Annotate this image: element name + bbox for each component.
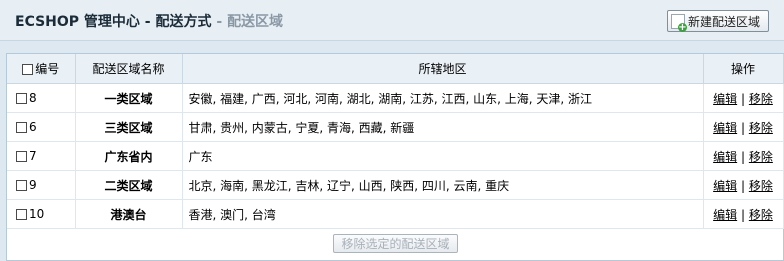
new-shipping-area-button[interactable]: 新建配送区域 [667, 10, 769, 32]
row-checkbox[interactable] [16, 122, 27, 133]
row-area-name: 广东省内 [75, 141, 183, 171]
row-regions: 北京, 海南, 黑龙江, 吉林, 辽宁, 山西, 陕西, 四川, 云南, 重庆 [182, 170, 704, 200]
row-id: 10 [29, 207, 45, 221]
edit-link[interactable]: 编辑 [713, 121, 737, 135]
row-operations: 编辑 | 移除 [703, 112, 784, 142]
row-id-cell: 6 [7, 112, 76, 142]
row-id-cell: 8 [7, 83, 76, 113]
row-id: 8 [29, 91, 37, 105]
row-area-name: 二类区域 [75, 170, 183, 200]
row-id-cell: 7 [7, 141, 76, 171]
remove-link[interactable]: 移除 [749, 150, 773, 164]
page-title: ECSHOP 管理中心 - 配送方式 - 配送区域 [15, 11, 283, 31]
column-header-name: 配送区域名称 [75, 54, 183, 84]
new-shipping-area-label: 新建配送区域 [688, 14, 761, 29]
shipping-area-table: 编号 配送区域名称 所辖地区 操作 8 一类区域 安徽, 福建, 广西, 河北,… [7, 54, 784, 229]
edit-link[interactable]: 编辑 [713, 179, 737, 193]
row-checkbox[interactable] [16, 93, 27, 104]
row-operations: 编辑 | 移除 [703, 170, 784, 200]
row-checkbox[interactable] [16, 209, 27, 220]
section-title: 配送方式 [155, 14, 212, 30]
row-regions: 安徽, 福建, 广西, 河北, 河南, 湖北, 湖南, 江苏, 江西, 山东, … [182, 83, 704, 113]
ops-separator: | [740, 91, 746, 106]
remove-link[interactable]: 移除 [749, 92, 773, 106]
table-header-row: 编号 配送区域名称 所辖地区 操作 [7, 54, 784, 84]
app-title: ECSHOP 管理中心 [15, 14, 140, 30]
page-header: ECSHOP 管理中心 - 配送方式 - 配送区域 新建配送区域 [0, 0, 784, 41]
ops-separator: | [740, 120, 746, 135]
select-all-checkbox[interactable] [22, 64, 34, 75]
column-header-regions: 所辖地区 [182, 54, 704, 84]
row-checkbox[interactable] [16, 151, 27, 162]
row-regions: 广东 [182, 141, 704, 171]
ops-separator: | [740, 178, 746, 193]
edit-link[interactable]: 编辑 [713, 92, 737, 106]
table-row: 9 二类区域 北京, 海南, 黑龙江, 吉林, 辽宁, 山西, 陕西, 四川, … [7, 170, 784, 200]
row-operations: 编辑 | 移除 [703, 141, 784, 171]
remove-link[interactable]: 移除 [749, 179, 773, 193]
table-row: 10 港澳台 香港, 澳门, 台湾 编辑 | 移除 [7, 199, 784, 229]
current-page-title: 配送区域 [227, 14, 284, 30]
row-regions: 甘肃, 贵州, 内蒙古, 宁夏, 青海, 西藏, 新疆 [182, 112, 704, 142]
row-checkbox[interactable] [16, 180, 27, 191]
row-operations: 编辑 | 移除 [703, 83, 784, 113]
ops-separator: | [740, 149, 746, 164]
ops-separator: | [740, 207, 746, 222]
row-regions: 香港, 澳门, 台湾 [182, 199, 704, 229]
row-id: 7 [29, 149, 37, 163]
column-label-id: 编号 [35, 62, 60, 76]
table-row: 6 三类区域 甘肃, 贵州, 内蒙古, 宁夏, 青海, 西藏, 新疆 编辑 | … [7, 112, 784, 142]
row-id: 9 [29, 178, 37, 192]
remove-link[interactable]: 移除 [749, 208, 773, 222]
title-separator: - [211, 14, 228, 30]
remove-selected-button[interactable]: 移除选定的配送区域 [333, 234, 458, 253]
table-row: 8 一类区域 安徽, 福建, 广西, 河北, 河南, 湖北, 湖南, 江苏, 江… [7, 83, 784, 113]
row-id-cell: 10 [7, 199, 76, 229]
row-area-name: 港澳台 [75, 199, 183, 229]
edit-link[interactable]: 编辑 [713, 150, 737, 164]
edit-link[interactable]: 编辑 [713, 208, 737, 222]
title-separator: - [139, 14, 156, 30]
column-header-id: 编号 [7, 54, 76, 84]
add-document-icon [671, 13, 687, 32]
row-id: 6 [29, 120, 37, 134]
row-operations: 编辑 | 移除 [703, 199, 784, 229]
row-area-name: 一类区域 [75, 83, 183, 113]
remove-link[interactable]: 移除 [749, 121, 773, 135]
row-id-cell: 9 [7, 170, 76, 200]
column-header-operations: 操作 [703, 54, 784, 84]
table-row: 7 广东省内 广东 编辑 | 移除 [7, 141, 784, 171]
row-area-name: 三类区域 [75, 112, 183, 142]
shipping-area-list: 编号 配送区域名称 所辖地区 操作 8 一类区域 安徽, 福建, 广西, 河北,… [6, 53, 784, 261]
